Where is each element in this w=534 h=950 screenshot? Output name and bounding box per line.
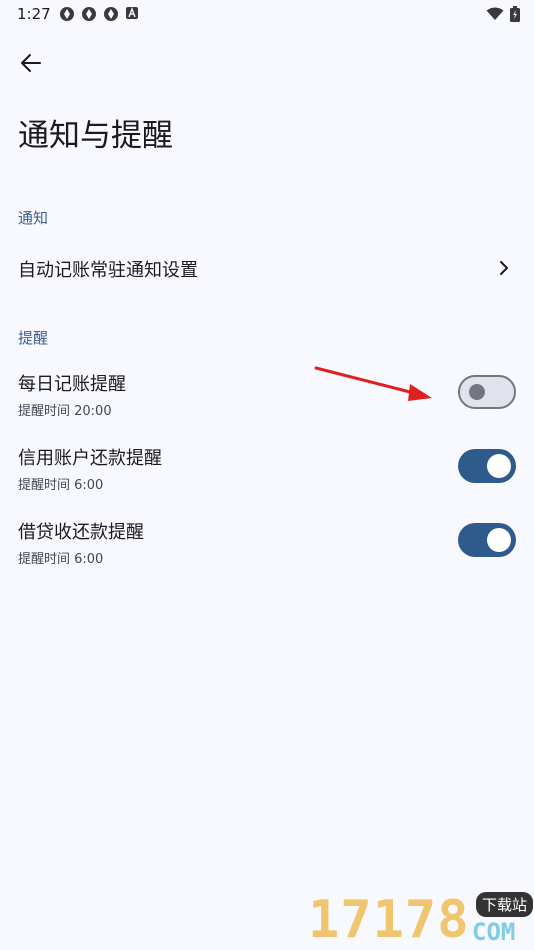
persistent-notification-settings-label: 自动记账常驻通知设置 xyxy=(18,260,198,281)
credit-repayment-reminder-item[interactable]: 信用账户还款提醒 提醒时间 6:00 xyxy=(0,436,534,496)
watermark-logo: 17178 下载站 COM xyxy=(308,888,534,950)
toggle-knob xyxy=(487,528,511,552)
loan-repayment-reminder-toggle[interactable] xyxy=(458,523,516,557)
credit-repayment-reminder-time: 提醒时间 6:00 xyxy=(18,478,104,493)
credit-repayment-reminder-label: 信用账户还款提醒 xyxy=(18,448,162,469)
a-badge-icon xyxy=(126,7,138,19)
daily-reminder-label: 每日记账提醒 xyxy=(18,374,126,395)
loan-repayment-reminder-time: 提醒时间 6:00 xyxy=(18,552,104,567)
daily-reminder-toggle[interactable] xyxy=(458,375,516,409)
watermark-number: 17178 xyxy=(308,890,470,950)
status-system-icons xyxy=(486,6,520,22)
section-header-remind: 提醒 xyxy=(18,329,49,347)
status-bar: 1:27 xyxy=(0,0,534,28)
back-button[interactable] xyxy=(14,46,48,80)
watermark-tag: 下载站 xyxy=(476,892,534,917)
app-icon xyxy=(60,7,74,21)
wifi-icon xyxy=(486,7,504,20)
arrow-left-icon xyxy=(21,54,41,72)
persistent-notification-settings-item[interactable]: 自动记账常驻通知设置 xyxy=(0,248,534,288)
watermark-domain: COM xyxy=(472,918,516,946)
page-title: 通知与提醒 xyxy=(18,118,173,154)
daily-reminder-time: 提醒时间 20:00 xyxy=(18,404,112,419)
annotation-arrow-icon xyxy=(314,366,432,401)
loan-repayment-reminder-item[interactable]: 借贷收还款提醒 提醒时间 6:00 xyxy=(0,510,534,570)
status-time: 1:27 xyxy=(17,5,51,23)
chevron-right-icon xyxy=(500,261,508,275)
credit-repayment-reminder-toggle[interactable] xyxy=(458,449,516,483)
toggle-knob xyxy=(469,384,485,400)
loan-repayment-reminder-label: 借贷收还款提醒 xyxy=(18,522,144,543)
daily-reminder-item[interactable]: 每日记账提醒 提醒时间 20:00 xyxy=(0,362,534,422)
section-header-notify: 通知 xyxy=(18,209,49,227)
battery-icon xyxy=(510,6,520,22)
toggle-knob xyxy=(487,454,511,478)
app-icon xyxy=(104,7,118,21)
app-icon xyxy=(82,7,96,21)
status-notification-icons xyxy=(59,6,139,22)
